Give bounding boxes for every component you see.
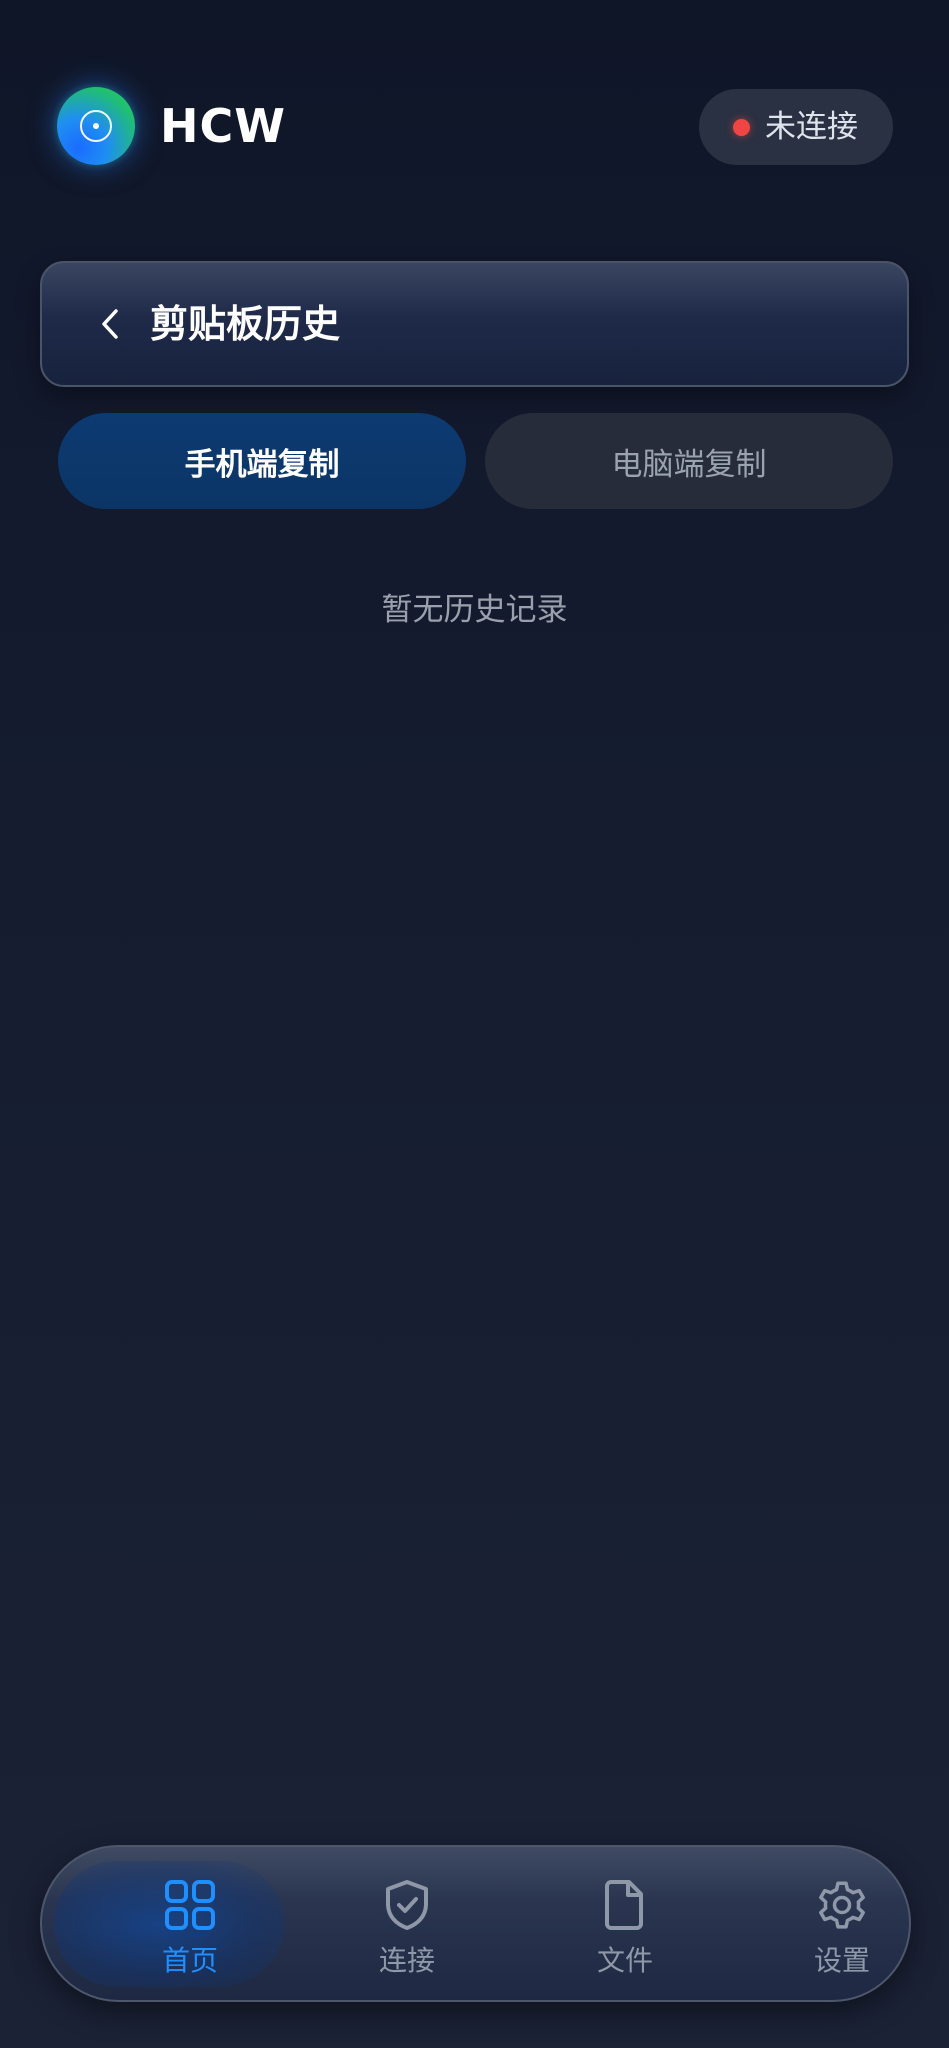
tab-pc-copy[interactable]: 电脑端复制 bbox=[485, 413, 893, 509]
tab-phone-copy[interactable]: 手机端复制 bbox=[58, 413, 466, 509]
bottom-nav-bar: 首页 连接 文件 设置 bbox=[40, 1845, 911, 2002]
page-header-card: 剪贴板历史 bbox=[40, 261, 909, 387]
app-logo-icon bbox=[57, 87, 135, 165]
nav-item-home[interactable]: 首页 bbox=[90, 1847, 290, 2000]
app-header: HCW 未连接 bbox=[0, 0, 949, 200]
nav-label-home: 首页 bbox=[161, 1944, 218, 1977]
tab-pc-copy-label: 电脑端复制 bbox=[611, 446, 767, 483]
nav-label-connect: 连接 bbox=[378, 1944, 435, 1977]
file-icon bbox=[605, 1880, 643, 1930]
back-button[interactable] bbox=[80, 293, 142, 355]
nav-item-settings[interactable]: 设置 bbox=[742, 1847, 909, 2000]
tab-phone-copy-label: 手机端复制 bbox=[184, 446, 340, 483]
nav-item-connect[interactable]: 连接 bbox=[307, 1847, 507, 2000]
grid-icon bbox=[165, 1880, 215, 1930]
nav-label-files: 文件 bbox=[596, 1944, 653, 1977]
shield-check-icon bbox=[386, 1880, 428, 1930]
nav-item-files[interactable]: 文件 bbox=[525, 1847, 725, 2000]
app-title: HCW bbox=[160, 99, 286, 153]
gear-icon bbox=[819, 1881, 865, 1929]
empty-state-text: 暂无历史记录 bbox=[381, 592, 568, 628]
page-title: 剪贴板历史 bbox=[150, 302, 341, 346]
connection-status-text: 未连接 bbox=[765, 109, 858, 145]
status-dot-icon bbox=[733, 119, 750, 136]
nav-label-settings: 设置 bbox=[813, 1944, 870, 1977]
connection-status-badge[interactable]: 未连接 bbox=[699, 89, 893, 165]
chevron-left-icon bbox=[102, 309, 118, 339]
